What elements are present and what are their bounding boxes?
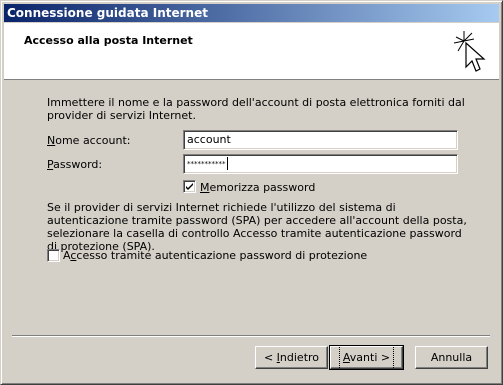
remember-password-label[interactable]: Memorizza password: [200, 181, 315, 194]
password-input-value: ***********: [187, 160, 226, 168]
spa-label[interactable]: Accesso tramite autenticazione password …: [63, 249, 367, 262]
intro-text: Immettere il nome e la password dell'acc…: [47, 96, 465, 122]
back-button[interactable]: < Indietro: [255, 346, 328, 369]
account-label: Nome account:: [47, 134, 131, 147]
page-title: Accesso alla posta Internet: [24, 34, 193, 47]
text-caret: [226, 157, 228, 170]
password-input[interactable]: ***********: [183, 154, 458, 174]
window-title: Connessione guidata Internet: [7, 6, 208, 20]
password-label: Password:: [47, 158, 103, 171]
spa-info-text: Se il provider di servizi Internet richi…: [47, 201, 467, 253]
cancel-button[interactable]: Annulla: [415, 346, 488, 369]
title-bar[interactable]: Connessione guidata Internet: [4, 4, 499, 22]
spa-checkbox[interactable]: [47, 249, 60, 262]
account-input-value: account: [187, 133, 231, 146]
wizard-header: Accesso alla posta Internet: [4, 23, 499, 80]
next-button[interactable]: Avanti >: [329, 345, 404, 370]
remember-password-checkbox[interactable]: [183, 180, 196, 193]
wizard-wand-cursor-icon: [453, 31, 486, 72]
account-input[interactable]: account: [183, 130, 458, 150]
separator-highlight: [12, 336, 490, 337]
check-icon: [186, 183, 193, 190]
